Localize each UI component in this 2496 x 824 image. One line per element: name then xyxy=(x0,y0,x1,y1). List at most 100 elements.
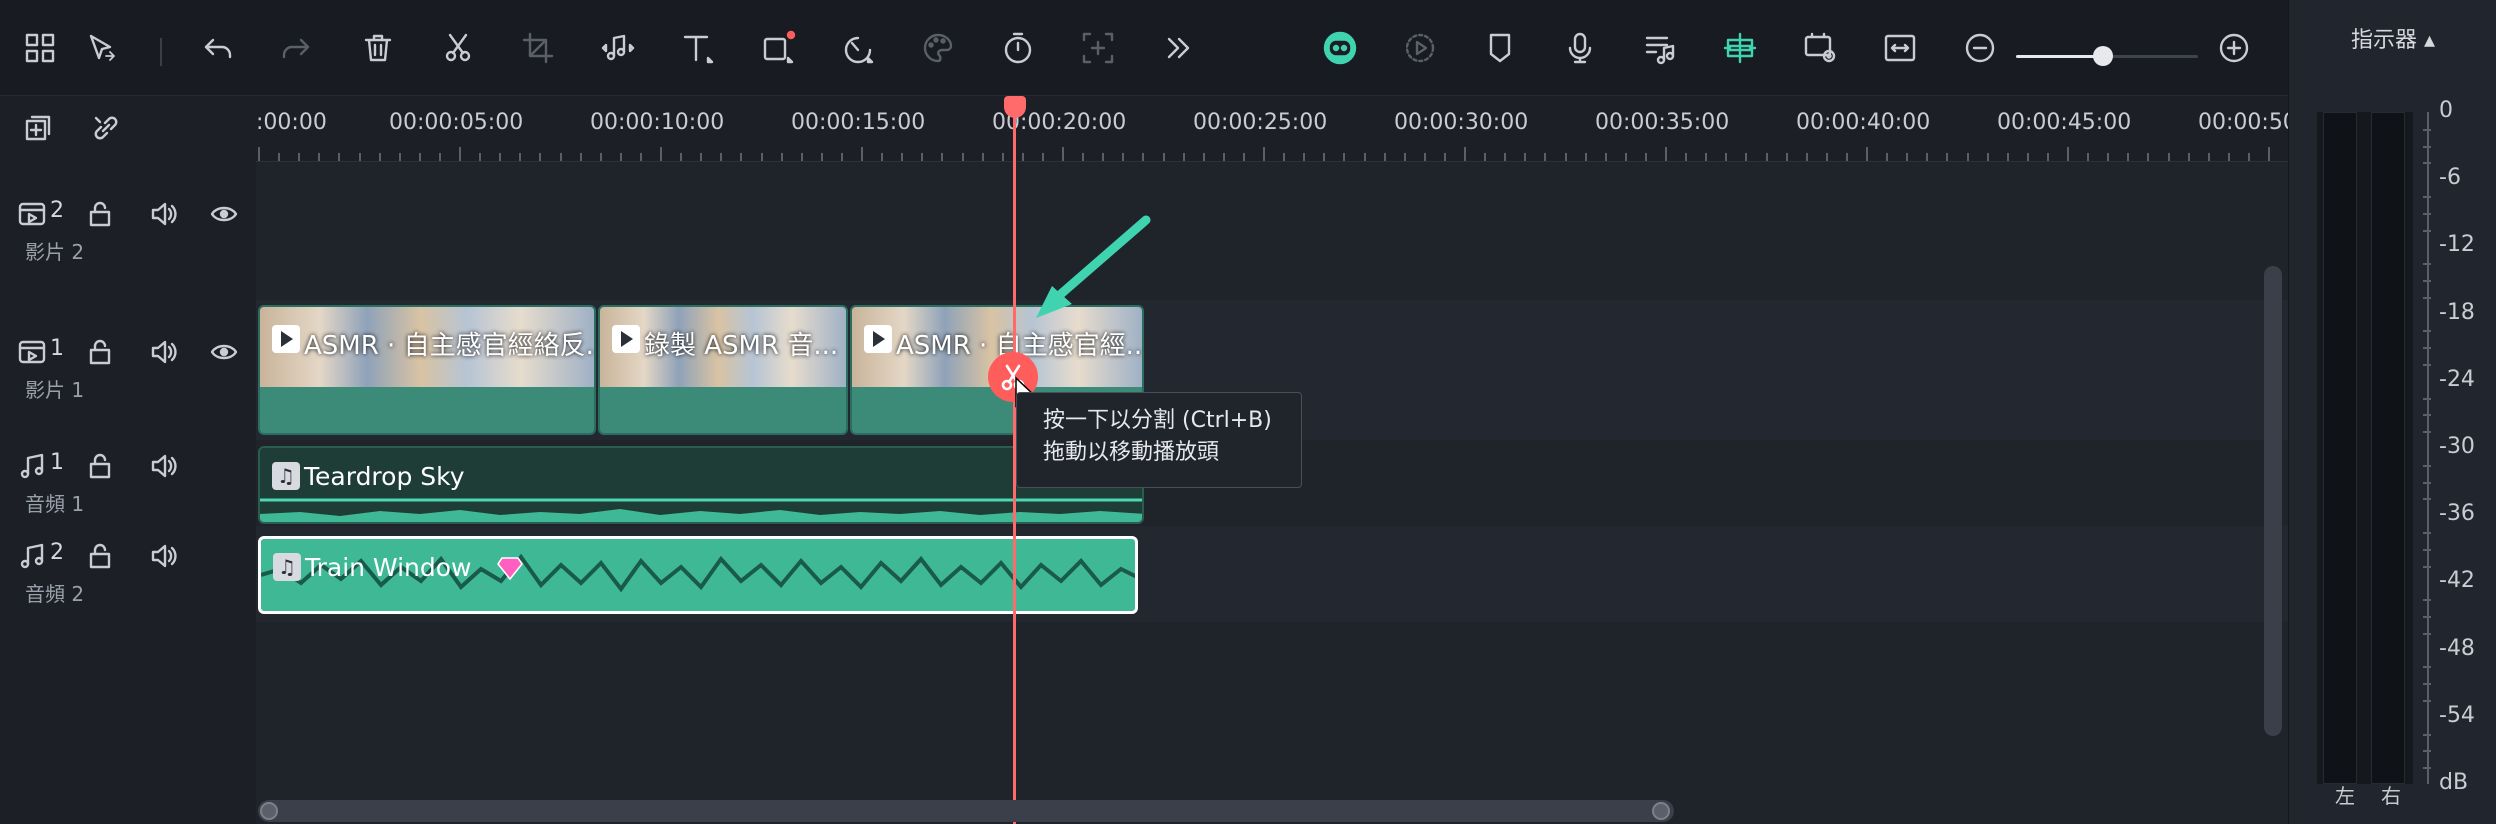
ruler-tick xyxy=(861,147,863,161)
ruler-tick xyxy=(881,153,884,161)
ruler-tick xyxy=(1082,153,1085,161)
timer-icon[interactable] xyxy=(996,26,1040,70)
zoom-slider-knob[interactable] xyxy=(2093,46,2114,66)
ruler-tick xyxy=(780,153,783,161)
ruler-tick xyxy=(2046,153,2049,161)
ruler-tick xyxy=(1845,153,1848,161)
ruler-tick xyxy=(1624,153,1627,161)
ruler-tick xyxy=(378,153,381,161)
marker-icon[interactable] xyxy=(1478,26,1522,70)
audio-clip[interactable]: ♫ Teardrop Sky xyxy=(258,446,1144,524)
track-headers: 2 影片 2 1 影片 1 1 音頻 1 2 音頻 2 xyxy=(0,96,256,824)
scrollbar-right-handle[interactable] xyxy=(1652,802,1670,820)
undo-icon[interactable] xyxy=(196,26,240,70)
crop-icon[interactable] xyxy=(516,26,560,70)
speaker-icon[interactable] xyxy=(144,332,184,372)
meter-right-channel-label: 右 xyxy=(2381,784,2401,808)
zoom-slider[interactable] xyxy=(2016,46,2198,66)
meter-minor-tick xyxy=(2423,212,2431,215)
ruler-tick xyxy=(2087,153,2090,161)
speed-icon[interactable] xyxy=(836,26,880,70)
audio-split-icon[interactable] xyxy=(596,26,640,70)
meter-minor-tick xyxy=(2423,431,2431,434)
link-icon[interactable] xyxy=(86,108,126,148)
color-palette-icon[interactable] xyxy=(916,26,960,70)
audio-clip-selected[interactable]: ♫ Train Window xyxy=(258,536,1138,614)
tooltip-line-2: 拖動以移動播放頭 xyxy=(1043,440,1220,465)
lock-icon[interactable] xyxy=(80,194,120,234)
ruler-tick xyxy=(760,153,763,161)
ai-robot-icon[interactable] xyxy=(1318,26,1362,70)
ruler-tick xyxy=(2268,147,2270,161)
ruler-time-label: 00:00:25:00 xyxy=(1193,110,1328,135)
more-icon[interactable] xyxy=(1156,26,1200,70)
meter-dropdown[interactable]: 指示器 ▴ xyxy=(2289,22,2496,54)
microphone-icon[interactable] xyxy=(1558,26,1602,70)
ruler-tick xyxy=(2167,153,2170,161)
ruler-tick xyxy=(619,153,622,161)
lock-icon[interactable] xyxy=(80,446,120,486)
meter-minor-tick xyxy=(2423,481,2431,484)
audio-meter-panel: 指示器 ▴ 0 -6 -12 -18 -24 -30 -36 -42 -48 -54 dB 左 右 xyxy=(2288,0,2496,824)
meter-scale-label: -24 xyxy=(2439,366,2475,392)
ruler-tick xyxy=(2067,147,2069,161)
text-icon[interactable] xyxy=(676,26,720,70)
horizontal-scrollbar[interactable] xyxy=(258,800,1674,822)
layout-icon[interactable] xyxy=(18,26,62,70)
ruler-tick xyxy=(1403,153,1406,161)
select-pointer-icon[interactable] xyxy=(80,26,124,70)
video-clip-icon xyxy=(864,325,892,353)
meter-minor-tick xyxy=(2423,632,2431,635)
speaker-icon[interactable] xyxy=(144,446,184,486)
preview-quality-icon[interactable] xyxy=(1798,26,1842,70)
vertical-scrollbar[interactable] xyxy=(2264,266,2282,736)
snap-icon[interactable] xyxy=(1718,26,1762,70)
meter-minor-tick xyxy=(2423,464,2431,467)
ruler-tick xyxy=(1343,153,1346,161)
video-clip[interactable]: 錄製 ASMR 音... xyxy=(598,305,848,435)
meter-minor-tick xyxy=(2423,347,2431,350)
meter-minor-tick xyxy=(2423,229,2431,232)
lock-icon[interactable] xyxy=(80,332,120,372)
speaker-icon[interactable] xyxy=(144,536,184,576)
audio-clip-title: Teardrop Sky xyxy=(304,462,465,491)
playhead-handle[interactable] xyxy=(1004,96,1026,118)
lock-icon[interactable] xyxy=(80,536,120,576)
audio2-track-number: 2 xyxy=(50,540,64,565)
scissors-icon[interactable] xyxy=(436,26,480,70)
ruler-tick xyxy=(2207,153,2210,161)
meter-minor-tick xyxy=(2423,599,2431,602)
ruler-time-label: 00:00:50 xyxy=(2198,110,2288,135)
eye-icon[interactable] xyxy=(204,332,244,372)
audio1-track-name: 音頻 1 xyxy=(25,492,85,516)
delete-icon[interactable] xyxy=(356,26,400,70)
music-note-icon xyxy=(12,536,52,576)
meter-minor-tick xyxy=(2423,767,2431,770)
zoom-slider-fill xyxy=(2016,55,2104,58)
ruler-tick xyxy=(418,153,421,161)
timeline[interactable]: :00:00 00:00:05:00 00:00:10:00 00:00:15:00 0… xyxy=(256,96,2288,824)
ruler-tick xyxy=(639,153,642,161)
zoom-out-icon[interactable] xyxy=(1958,26,2002,70)
render-preview-icon[interactable] xyxy=(1398,26,1442,70)
video-clip[interactable]: ASMR · 自主感官經絡反... xyxy=(258,305,596,435)
meter-bar-left xyxy=(2323,112,2357,784)
shape-icon[interactable] xyxy=(756,26,800,70)
ruler-time-label: 00:00:15:00 xyxy=(791,110,926,135)
premium-gem-icon xyxy=(497,555,523,581)
zoom-in-icon[interactable] xyxy=(2212,26,2256,70)
time-ruler[interactable]: :00:00 00:00:05:00 00:00:10:00 00:00:15:00 0… xyxy=(256,96,2288,162)
speaker-icon[interactable] xyxy=(144,194,184,234)
ruler-tick xyxy=(901,153,904,161)
scrollbar-left-handle[interactable] xyxy=(260,802,278,820)
add-track-icon[interactable] xyxy=(18,108,58,148)
ruler-tick xyxy=(1604,153,1607,161)
ruler-tick xyxy=(579,153,582,161)
fit-timeline-icon[interactable] xyxy=(1878,26,1922,70)
eye-icon[interactable] xyxy=(204,194,244,234)
ruler-tick xyxy=(1946,153,1949,161)
add-marker-icon[interactable] xyxy=(1076,26,1120,70)
audio-mix-icon[interactable] xyxy=(1638,26,1682,70)
redo-icon[interactable] xyxy=(274,26,318,70)
ruler-tick xyxy=(1102,153,1105,161)
